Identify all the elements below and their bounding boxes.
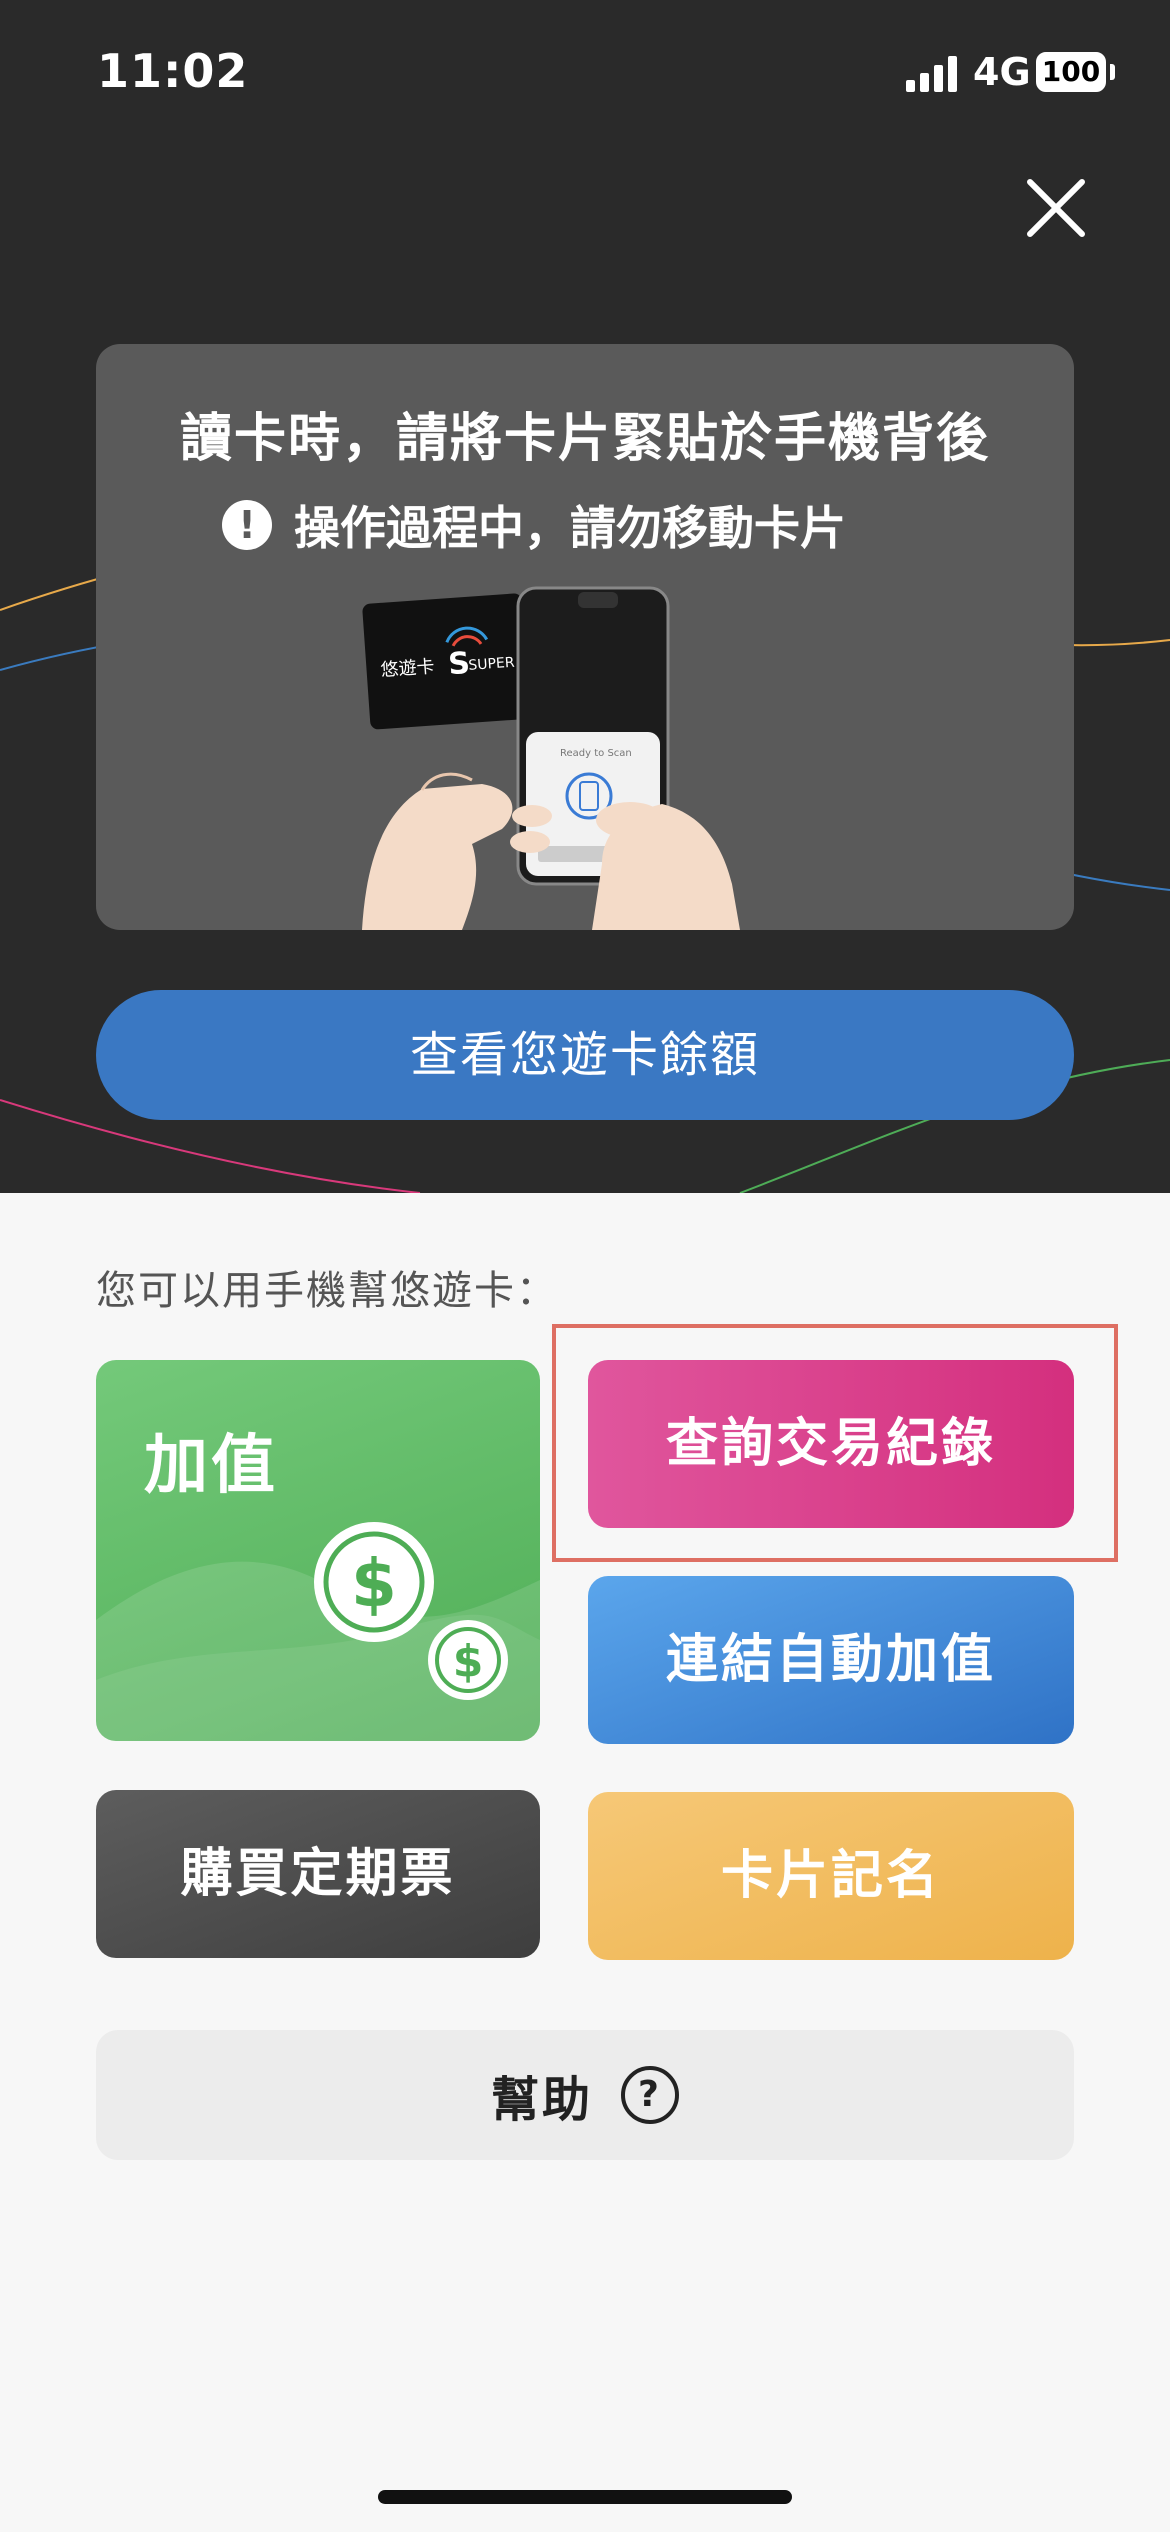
card-phone-illustration: 悠遊卡 S SUPER Ready to Scan xyxy=(362,586,740,930)
help-label: 幫助 xyxy=(490,2072,593,2128)
instruction-card: 讀卡時，請將卡片緊貼於手機背後 ! 操作過程中，請勿移動卡片 悠遊卡 S SUP… xyxy=(96,344,1074,930)
home-indicator[interactable] xyxy=(378,2490,792,2504)
card-logo-brand: SUPER xyxy=(468,655,515,674)
link-auto-reload-button[interactable]: 連結自動加值 xyxy=(588,1576,1074,1744)
dollar-coin-small-icon: $ xyxy=(428,1620,508,1700)
register-card-button[interactable]: 卡片記名 xyxy=(588,1792,1074,1960)
svg-text:$: $ xyxy=(351,1545,397,1622)
instruction-title: 讀卡時，請將卡片緊貼於手機背後 xyxy=(179,409,990,469)
question-icon: ? xyxy=(621,2066,679,2124)
buy-pass-button[interactable]: 購買定期票 xyxy=(96,1790,540,1958)
top-up-label: 加值 xyxy=(144,1429,278,1503)
instruction-warning: ! 操作過程中，請勿移動卡片 xyxy=(222,492,846,558)
svg-text:$: $ xyxy=(453,1636,484,1687)
nfc-reader-panel: 11:02 4G 100 讀卡時，請將卡片緊貼於手機背後 ! 操作過程中，請勿移… xyxy=(0,0,1170,1193)
battery-icon: 100 xyxy=(1036,52,1106,92)
warning-text: 操作過程中，請勿移動卡片 xyxy=(294,501,846,555)
phone-screen-text: Ready to Scan xyxy=(560,748,632,759)
section-label: 您可以用手機幫悠遊卡： xyxy=(96,1268,558,1314)
highlight-box xyxy=(552,1324,1118,1562)
help-button[interactable]: 幫助 ? xyxy=(96,2030,1074,2160)
signal-icon xyxy=(906,56,957,92)
status-bar: 11:02 4G 100 xyxy=(0,0,1170,150)
network-type: 4G xyxy=(973,50,1031,94)
close-icon[interactable] xyxy=(1024,176,1088,240)
status-time: 11:02 xyxy=(97,44,249,98)
top-up-tile[interactable]: 加值 $ $ xyxy=(96,1360,540,1741)
card-logo-text: 悠遊卡 xyxy=(380,656,435,681)
check-balance-button[interactable]: 查看您遊卡餘額 xyxy=(96,990,1074,1120)
battery-tip xyxy=(1110,64,1115,80)
exclamation-icon: ! xyxy=(222,500,272,550)
